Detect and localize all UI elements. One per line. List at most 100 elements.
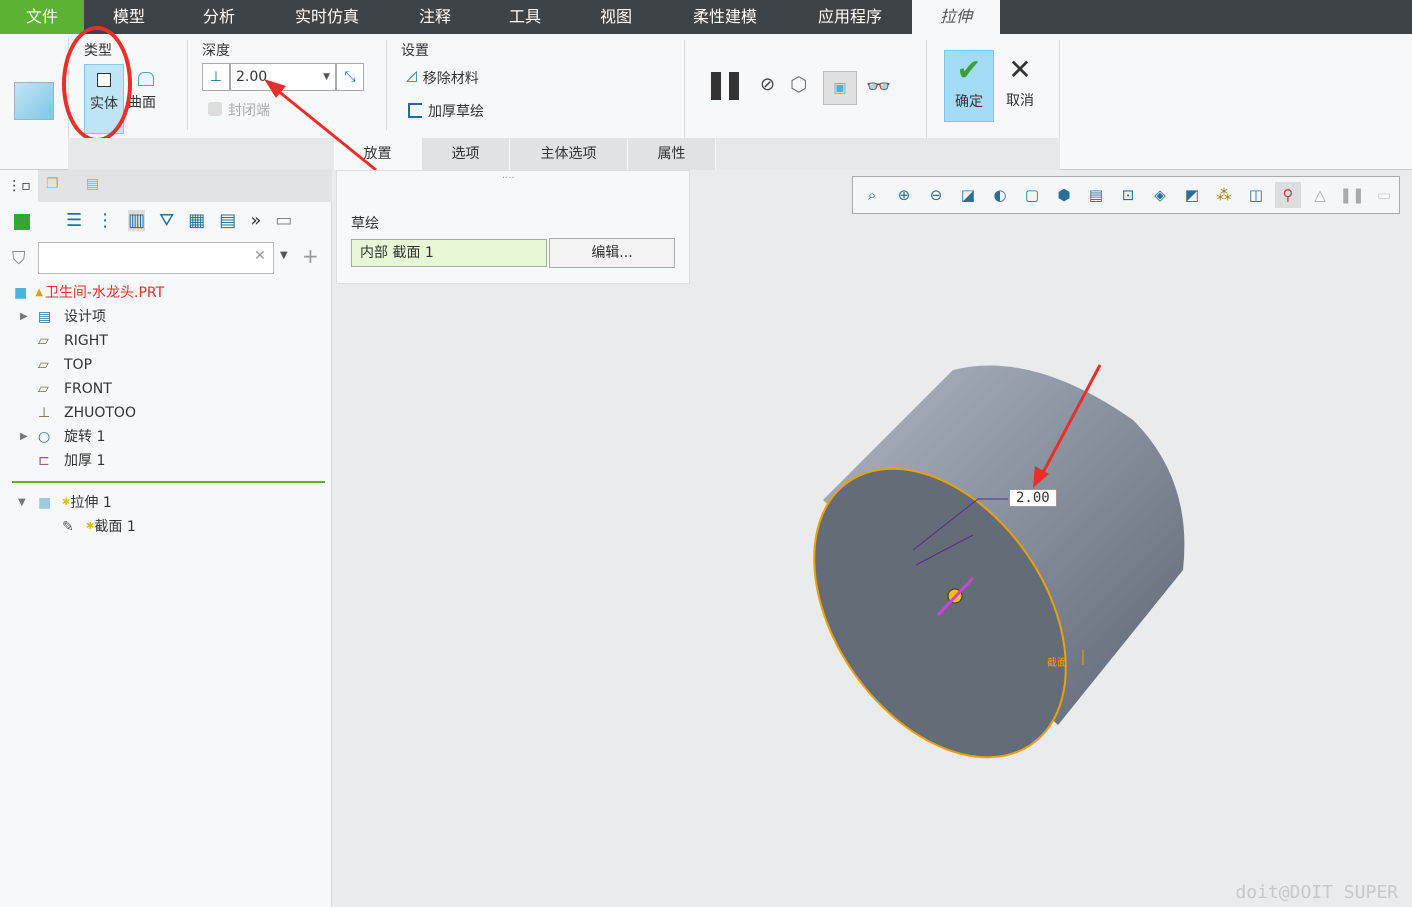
menu-realtime-sim[interactable]: 实时仿真 (264, 0, 390, 34)
tree-item-section[interactable]: ✎ ✱ 截面 1 (62, 515, 136, 539)
zoom-out-icon[interactable]: ⊖ (923, 182, 949, 208)
repaint-icon[interactable]: ◪ (955, 182, 981, 208)
section-label: 截面 (1047, 658, 1067, 669)
thicken-icon: ⊏ (38, 453, 50, 469)
menu-annotate[interactable]: 注释 (390, 0, 480, 34)
item-label: TOP (64, 357, 93, 373)
chevron-down-icon[interactable]: ▼ (323, 72, 330, 82)
menu-flexible[interactable]: 柔性建模 (662, 0, 788, 34)
remove-material-toggle[interactable]: ◿ 移除材料 (406, 68, 479, 88)
revolve-icon: ○ (38, 429, 51, 445)
collapse-icon[interactable]: ⋮ (96, 210, 114, 231)
tree-item-design[interactable]: ▶ ▤ 设计项 (20, 305, 106, 329)
more-icon[interactable]: » (250, 210, 261, 231)
tree-root[interactable]: ■ ▲ 卫生间-水龙头.PRT (14, 281, 164, 305)
menu-extrude[interactable]: 拉伸 (912, 0, 1000, 34)
pause-view-icon[interactable]: ❚❚ (1339, 182, 1365, 208)
datum-display-icon[interactable]: ◩ (1179, 182, 1205, 208)
named-views-icon[interactable]: ⬢ (1051, 182, 1077, 208)
thicken-sketch-toggle[interactable]: 加厚草绘 (408, 101, 484, 121)
capped-ends-checkbox[interactable]: 封闭端 (208, 100, 270, 120)
depth-value-input[interactable]: 2.00 ▼ (230, 63, 336, 91)
search-dropdown-icon[interactable]: ▼ (280, 250, 288, 261)
columns-icon[interactable]: ▥ (128, 210, 146, 231)
tree-item-front[interactable]: ▱ FRONT (38, 377, 112, 401)
menu-apps[interactable]: 应用程序 (788, 0, 912, 34)
model-tree-tab[interactable]: ⋮▫ (0, 170, 38, 202)
dimension-value[interactable]: 2.00 (1009, 489, 1057, 507)
tab-body-options[interactable]: 主体选项 (510, 138, 628, 170)
verify-glasses-button[interactable]: 👓 (866, 74, 891, 98)
preview-wireframe-button[interactable]: ⬡ (790, 72, 807, 96)
remove-material-label: 移除材料 (422, 71, 479, 87)
tree-item-revolve[interactable]: ▶ ○ 旋转 1 (20, 425, 105, 449)
new-feature-icon: ✱ (86, 521, 95, 532)
sketch-collector[interactable]: 内部 截面 1 (351, 239, 547, 267)
close-icon: ✕ (1008, 53, 1032, 86)
settings-group-label: 设置 (401, 43, 429, 59)
no-preview-button[interactable]: ⊘ (760, 74, 775, 95)
menu-analysis[interactable]: 分析 (174, 0, 264, 34)
zoom-in-icon[interactable]: ⊕ (891, 182, 917, 208)
expand-arrow-icon[interactable]: ▶ (20, 425, 38, 449)
tab-options[interactable]: 选项 (422, 138, 510, 170)
simulation-icon[interactable]: △ (1307, 182, 1333, 208)
tree-item-thicken[interactable]: ⊏ 加厚 1 (38, 449, 105, 473)
expand-all-icon[interactable]: ☰ (66, 210, 82, 231)
collapse-arrow-icon[interactable]: ▼ (18, 491, 38, 515)
tab-properties[interactable]: 属性 (628, 138, 716, 170)
tree-item-top[interactable]: ▱ TOP (38, 353, 92, 377)
display-style-icon[interactable]: ◐ (987, 182, 1013, 208)
panel-grip[interactable]: ···· (502, 173, 515, 184)
depth-type-button[interactable]: ⊥ (202, 63, 230, 91)
folder-browser-tab[interactable]: ❐ (46, 176, 59, 192)
visibility-icon[interactable]: ◫ (1243, 182, 1269, 208)
edit-sketch-button[interactable]: 编辑... (549, 238, 675, 268)
flip-direction-button[interactable]: ⤡ (336, 63, 364, 91)
show-icon[interactable] (14, 214, 30, 230)
add-filter-icon[interactable]: + (302, 244, 319, 268)
favorites-tab[interactable]: ▤ (86, 176, 99, 192)
item-label: RIGHT (64, 333, 108, 349)
view-manager-icon[interactable]: ▤ (1083, 182, 1109, 208)
expand-arrow-icon[interactable]: ▶ (20, 305, 38, 329)
capped-ends-icon (208, 102, 222, 116)
tree-search-input[interactable] (38, 242, 274, 274)
clear-search-icon[interactable]: ✕ (254, 248, 266, 264)
menu-view[interactable]: 视图 (570, 0, 662, 34)
extrude-feature-icon: ■ (38, 495, 52, 511)
view-toolbar: ⌕ ⊕ ⊖ ◪ ◐ ▢ ⬢ ▤ ⊡ ◈ ◩ ⁂ ◫ ⚲ △ ❚❚ ▭ (852, 176, 1400, 214)
cancel-button[interactable]: ✕ 取消 (1000, 50, 1040, 122)
item-label: 加厚 1 (64, 453, 106, 469)
surface-button[interactable]: 曲面 (128, 64, 164, 134)
refit-icon[interactable]: ⌕ (859, 182, 885, 208)
plane-icon: ▱ (38, 333, 49, 349)
tree-item-csys[interactable]: ⊥ ZHUOTOO (38, 401, 136, 425)
depth-value: 2.00 (236, 69, 268, 85)
annotation-display-icon[interactable]: ⁂ (1211, 182, 1237, 208)
item-label: ZHUOTOO (64, 405, 136, 421)
table-icon[interactable]: ▦ (188, 210, 205, 231)
insert-indicator[interactable] (12, 481, 325, 483)
extrude-icon (14, 82, 54, 120)
tree-filter-icon[interactable]: ⛛ (159, 210, 174, 231)
tree-item-extrude[interactable]: ▼ ■ ✱ 拉伸 1 (18, 491, 112, 515)
spin-center-icon[interactable]: ⚲ (1275, 182, 1301, 208)
pause-button[interactable] (711, 72, 741, 100)
saved-orientations-icon[interactable]: ▢ (1019, 182, 1045, 208)
dashboard-tabs: 放置 选项 主体选项 属性 (68, 138, 1060, 170)
remove-material-icon: ◿ (406, 68, 417, 84)
section-view-icon[interactable]: ◈ (1147, 182, 1173, 208)
disabled-icon[interactable]: ▭ (1371, 182, 1397, 208)
perspective-icon[interactable]: ⊡ (1115, 182, 1141, 208)
tree-item-right[interactable]: ▱ RIGHT (38, 329, 108, 353)
menu-file[interactable]: 文件 (0, 0, 84, 34)
notes-icon[interactable]: ▭ (275, 210, 292, 231)
filter-icon: ⛉ (12, 248, 26, 269)
preview-solid-button[interactable]: ▣ (823, 71, 857, 105)
checkmark-icon: ✔ (956, 53, 982, 88)
tab-placement[interactable]: 放置 (334, 138, 422, 170)
menu-tools[interactable]: 工具 (480, 0, 570, 34)
ok-button[interactable]: ✔ 确定 (944, 50, 994, 122)
settings-list-icon[interactable]: ▤ (219, 210, 236, 231)
